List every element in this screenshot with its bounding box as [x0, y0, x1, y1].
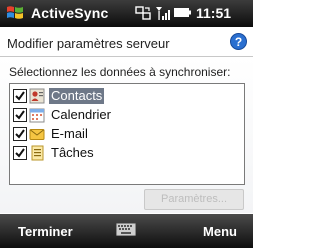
tasks-icon: [31, 145, 44, 161]
help-icon[interactable]: ?: [230, 33, 247, 50]
tasks-checkbox[interactable]: [13, 146, 27, 160]
email-icon: [29, 129, 45, 140]
settings-button[interactable]: Paramètres...: [144, 189, 244, 210]
app-title: ActiveSync: [31, 5, 109, 21]
finish-softkey[interactable]: Terminer: [18, 224, 73, 239]
title-bar: ActiveSync 11:51: [0, 0, 253, 27]
instruction-label: Sélectionnez les données à synchroniser:: [9, 65, 231, 79]
svg-text:?: ?: [235, 35, 242, 49]
keyboard-icon[interactable]: [116, 223, 136, 236]
page-title: Modifier paramètres serveur: [7, 36, 170, 51]
battery-icon[interactable]: [174, 8, 191, 17]
calendar-label: Calendrier: [51, 107, 111, 122]
calendar-icon: [29, 108, 45, 123]
list-item-tasks[interactable]: Tâches: [13, 144, 239, 163]
contacts-label: Contacts: [49, 88, 105, 104]
calendar-checkbox[interactable]: [13, 108, 27, 122]
windows-start-icon[interactable]: [6, 4, 24, 22]
sync-icon[interactable]: [135, 6, 151, 21]
page-header: Modifier paramètres serveur ?: [0, 28, 253, 57]
menu-softkey[interactable]: Menu: [203, 224, 237, 239]
sync-items-list[interactable]: Contacts Calendrier E-mail Tâches: [9, 83, 245, 185]
email-checkbox[interactable]: [13, 127, 27, 141]
softkey-bar: Terminer Menu: [0, 214, 253, 248]
list-item-calendar[interactable]: Calendrier: [13, 106, 239, 125]
tasks-label: Tâches: [51, 145, 94, 160]
signal-icon[interactable]: [154, 5, 170, 21]
list-item-email[interactable]: E-mail: [13, 125, 239, 144]
email-label: E-mail: [51, 126, 88, 141]
contacts-icon: [29, 88, 45, 104]
content-area: Sélectionnez les données à synchroniser:…: [0, 57, 253, 213]
clock[interactable]: 11:51: [196, 5, 231, 21]
contacts-checkbox[interactable]: [13, 89, 27, 103]
list-item-contacts[interactable]: Contacts: [13, 87, 239, 106]
